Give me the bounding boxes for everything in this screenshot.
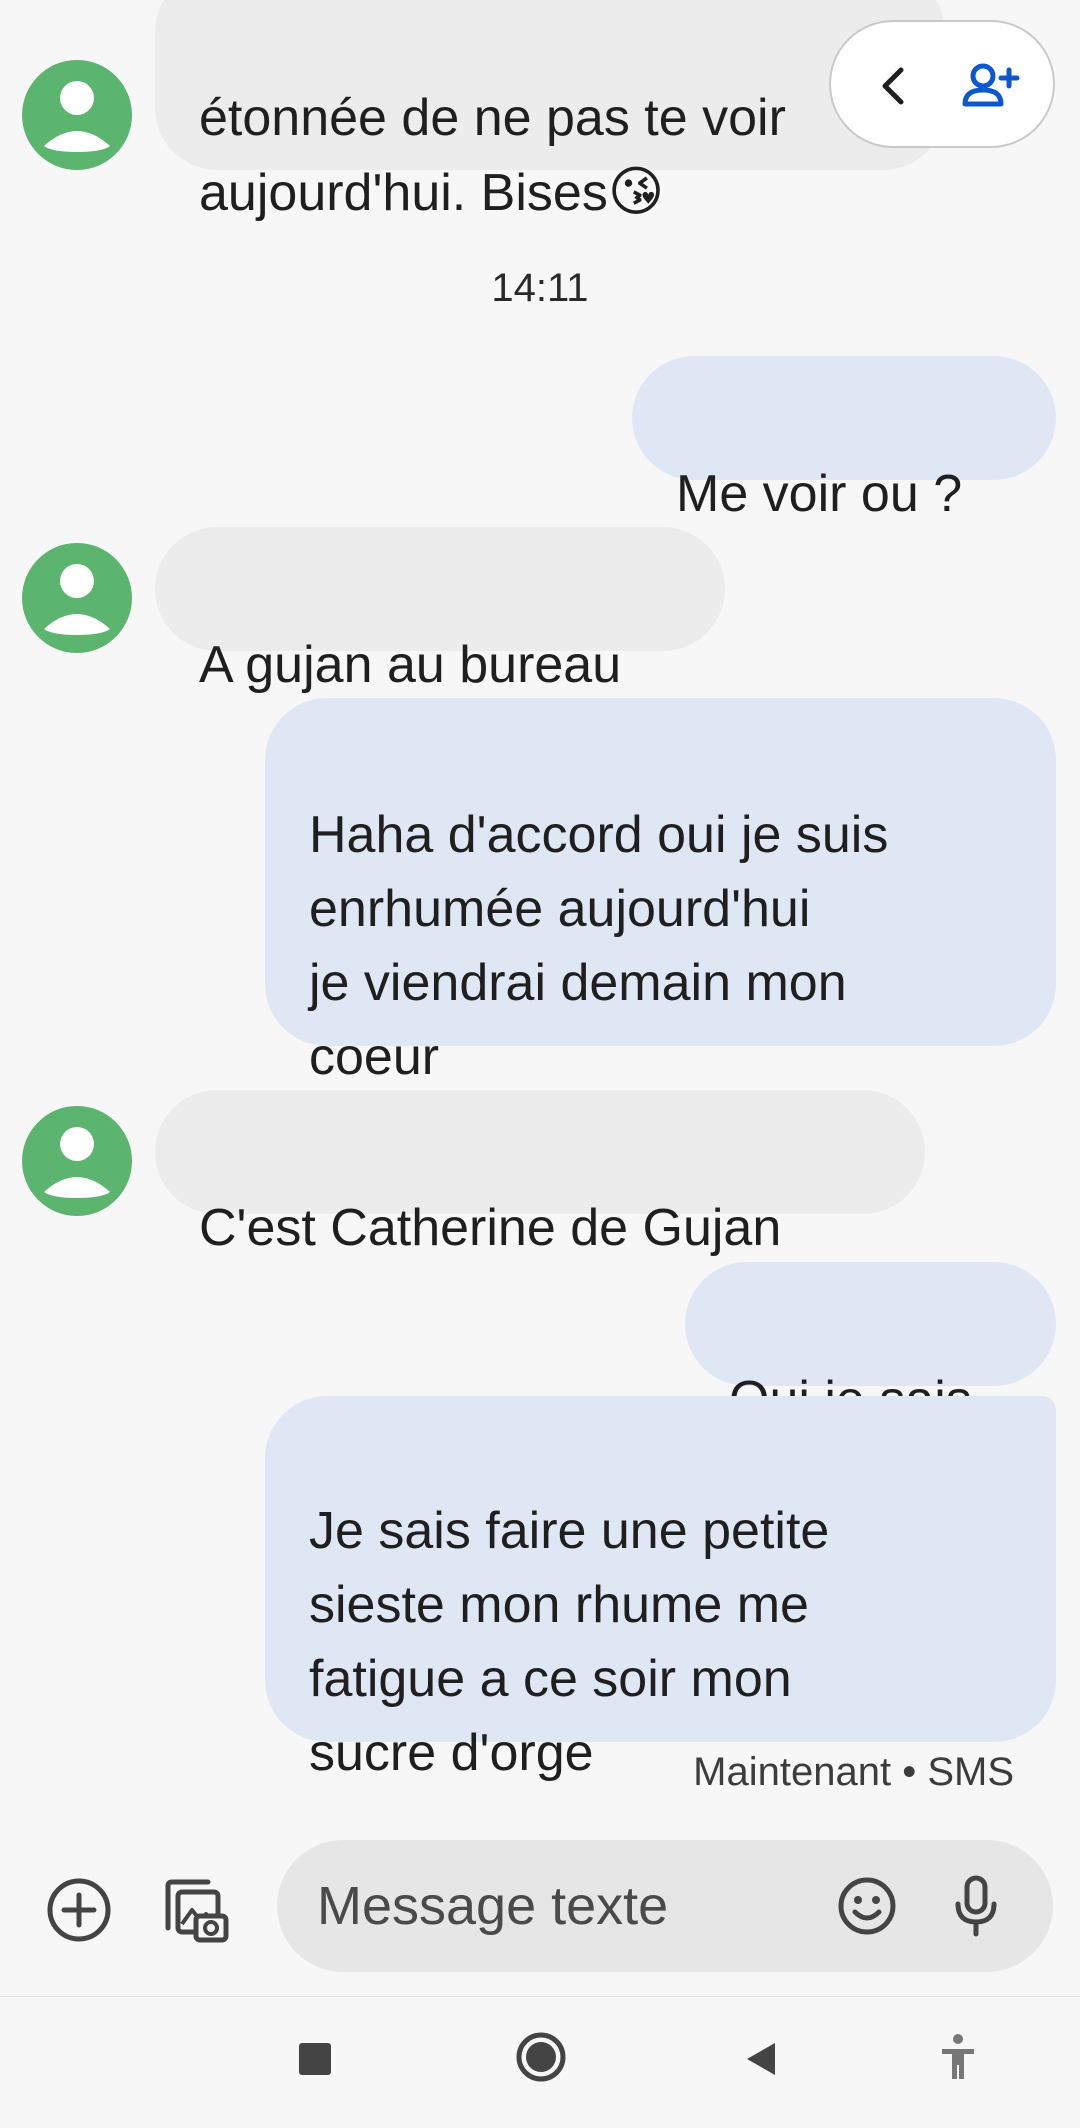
contact-avatar[interactable] — [22, 60, 132, 170]
back-triangle-icon[interactable] — [743, 2039, 779, 2079]
accessibility-icon[interactable] — [938, 2033, 978, 2081]
compose-bar — [277, 1840, 1053, 1972]
gallery-icon[interactable] — [158, 1874, 230, 1946]
message-bubble-incoming[interactable]: A gujan au bureau — [155, 527, 725, 694]
message-bubble-outgoing[interactable]: Me voir ou ? — [632, 356, 1056, 523]
kiss-emoji: 😘 — [607, 162, 665, 222]
message-bubble-outgoing[interactable]: Oui je sais — [685, 1262, 1056, 1429]
add-circle-icon[interactable] — [44, 1875, 114, 1945]
message-text: C'est Catherine de Gujan — [199, 1199, 782, 1257]
message-text: Haha d'accord oui je suis enrhumée aujou… — [309, 806, 889, 1086]
message-text: Je sais faire une petite sieste mon rhum… — [309, 1502, 830, 1782]
contact-avatar[interactable] — [22, 543, 132, 653]
message-bubble-outgoing[interactable]: Haha d'accord oui je suis enrhumée aujou… — [265, 698, 1056, 1086]
recents-square-icon[interactable] — [297, 2041, 333, 2077]
message-input[interactable] — [317, 1868, 737, 1944]
message-status: Maintenant • SMS — [693, 1750, 1014, 1794]
contact-avatar[interactable] — [22, 1106, 132, 1216]
home-circle-icon[interactable] — [515, 2031, 567, 2083]
message-bubble-incoming[interactable]: étonnée de ne pas te voir aujourd'hui. B… — [155, 0, 945, 222]
add-contact-icon[interactable] — [951, 46, 1031, 126]
chevron-left-icon[interactable] — [853, 46, 933, 126]
emoji-icon[interactable] — [835, 1874, 899, 1938]
message-text: étonnée de ne pas te voir aujourd'hui. B… — [199, 89, 786, 222]
message-bubble-outgoing[interactable]: Je sais faire une petite sieste mon rhum… — [265, 1396, 1056, 1782]
system-navigation-bar — [0, 1996, 1080, 2128]
message-bubble-incoming[interactable]: C'est Catherine de Gujan — [155, 1090, 925, 1257]
message-text: A gujan au bureau — [199, 636, 622, 694]
timestamp: 14:11 — [491, 266, 589, 310]
header-actions — [829, 20, 1055, 148]
message-text: Me voir ou ? — [676, 465, 963, 523]
microphone-icon[interactable] — [948, 1872, 1004, 1940]
